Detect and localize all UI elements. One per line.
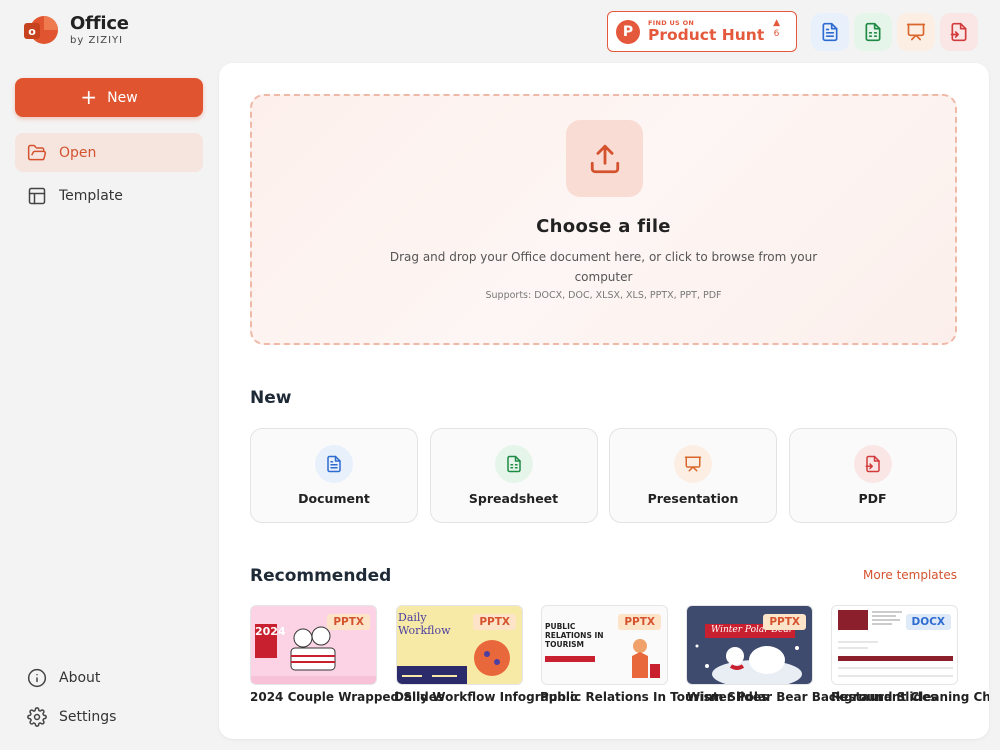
new-presentation-card[interactable]: Presentation xyxy=(609,428,777,523)
sidebar-item-label: Settings xyxy=(59,708,117,725)
upload-icon xyxy=(566,120,643,197)
document-icon xyxy=(315,445,353,483)
file-dropzone[interactable]: Choose a file Drag and drop your Office … xyxy=(250,94,957,345)
card-label: Spreadsheet xyxy=(468,491,559,506)
template-card[interactable]: PUBLIC RELATIONS IN TOURISM PPTX Public … xyxy=(540,605,768,704)
template-thumbnail: Daily Workflow PPTX xyxy=(396,605,523,685)
template-card[interactable]: Daily Workflow PPTX Daily Workflow Infog… xyxy=(394,605,577,704)
pdf-icon xyxy=(853,445,892,483)
spreadsheet-icon xyxy=(494,445,533,483)
office-logo-icon: o xyxy=(22,14,60,46)
layout-template-icon xyxy=(27,186,47,206)
presentation-icon xyxy=(674,445,712,483)
template-thumbnail: PUBLIC RELATIONS IN TOURISM PPTX xyxy=(541,605,668,685)
new-button[interactable]: + New xyxy=(15,78,203,117)
new-section-title: New xyxy=(250,388,292,408)
document-icon xyxy=(822,22,838,42)
new-pdf-card[interactable]: PDF xyxy=(788,428,957,523)
presentation-icon xyxy=(906,23,926,41)
upvote-icon: ▲ xyxy=(773,18,780,28)
gear-icon xyxy=(27,706,47,727)
sidebar-item-label: Open xyxy=(59,144,97,161)
quick-spreadsheet-button[interactable] xyxy=(854,13,892,51)
quick-pdf-button[interactable] xyxy=(940,13,978,51)
quick-document-button[interactable] xyxy=(811,13,849,51)
dropzone-description: Drag and drop your Office document here,… xyxy=(389,250,818,284)
quick-create-toolbar xyxy=(811,13,983,51)
pdf-icon xyxy=(950,22,967,42)
upvote-count: 6 xyxy=(773,29,780,39)
app-logo[interactable]: o Office by ZIZIYI xyxy=(22,14,129,46)
file-type-badge: PPTX xyxy=(618,614,661,630)
new-button-label: New xyxy=(107,89,138,106)
file-type-badge: PPTX xyxy=(327,614,370,630)
quick-presentation-button[interactable] xyxy=(897,13,935,51)
product-hunt-badge[interactable]: P FIND US ON Product Hunt ▲ 6 xyxy=(607,11,797,52)
template-card[interactable]: 2024 PPTX 2024 Couple Wrapped Slides xyxy=(250,605,444,704)
file-type-badge: PPTX xyxy=(473,614,516,630)
app-title: Office xyxy=(70,12,129,34)
recommended-templates: 2024 PPTX 2024 Couple Wrapped Slides Dai… xyxy=(250,605,989,715)
dropzone-supported-formats: Supports: DOCX, DOC, XLSX, XLS, PPTX, PP… xyxy=(485,290,722,301)
sidebar-item-settings[interactable]: Settings xyxy=(15,697,203,736)
main-panel: Choose a file Drag and drop your Office … xyxy=(219,63,989,739)
card-label: PDF xyxy=(858,491,887,506)
more-templates-link[interactable]: More templates xyxy=(863,568,957,582)
sidebar-item-label: About xyxy=(59,669,101,686)
info-icon xyxy=(27,668,47,688)
recommended-section-title: Recommended xyxy=(250,566,392,586)
new-file-cards: Document Spreadsheet Presentation PDF xyxy=(250,428,968,523)
sidebar-item-about[interactable]: About xyxy=(15,658,203,697)
file-type-badge: PPTX xyxy=(763,614,806,630)
template-title: Restaurant Cleaning Checklist xyxy=(831,690,989,704)
sidebar-item-open[interactable]: Open xyxy=(15,133,203,172)
folder-open-icon xyxy=(27,143,47,163)
file-type-badge: DOCX xyxy=(905,614,951,630)
sidebar-item-template[interactable]: Template xyxy=(15,176,203,215)
new-document-card[interactable]: Document xyxy=(250,428,418,523)
template-card[interactable]: DOCX Restaurant Cleaning Checklist xyxy=(831,605,989,704)
app-subtitle: by ZIZIYI xyxy=(70,34,124,46)
product-hunt-label: Product Hunt xyxy=(648,26,765,44)
template-thumbnail: Winter Polar Bear PPTX xyxy=(686,605,813,685)
new-spreadsheet-card[interactable]: Spreadsheet xyxy=(429,428,598,523)
dropzone-title: Choose a file xyxy=(536,216,671,237)
card-label: Presentation xyxy=(647,491,739,506)
sidebar-item-label: Template xyxy=(59,187,123,204)
spreadsheet-icon xyxy=(865,22,881,42)
card-label: Document xyxy=(298,491,370,506)
template-thumbnail: 2024 PPTX xyxy=(250,605,377,685)
svg-text:o: o xyxy=(28,25,36,38)
template-thumbnail: DOCX xyxy=(831,605,958,685)
template-card[interactable]: Winter Polar Bear PPTX Winter Polar Bear… xyxy=(686,605,937,704)
plus-icon: + xyxy=(80,84,98,109)
product-hunt-icon: P xyxy=(616,19,640,44)
